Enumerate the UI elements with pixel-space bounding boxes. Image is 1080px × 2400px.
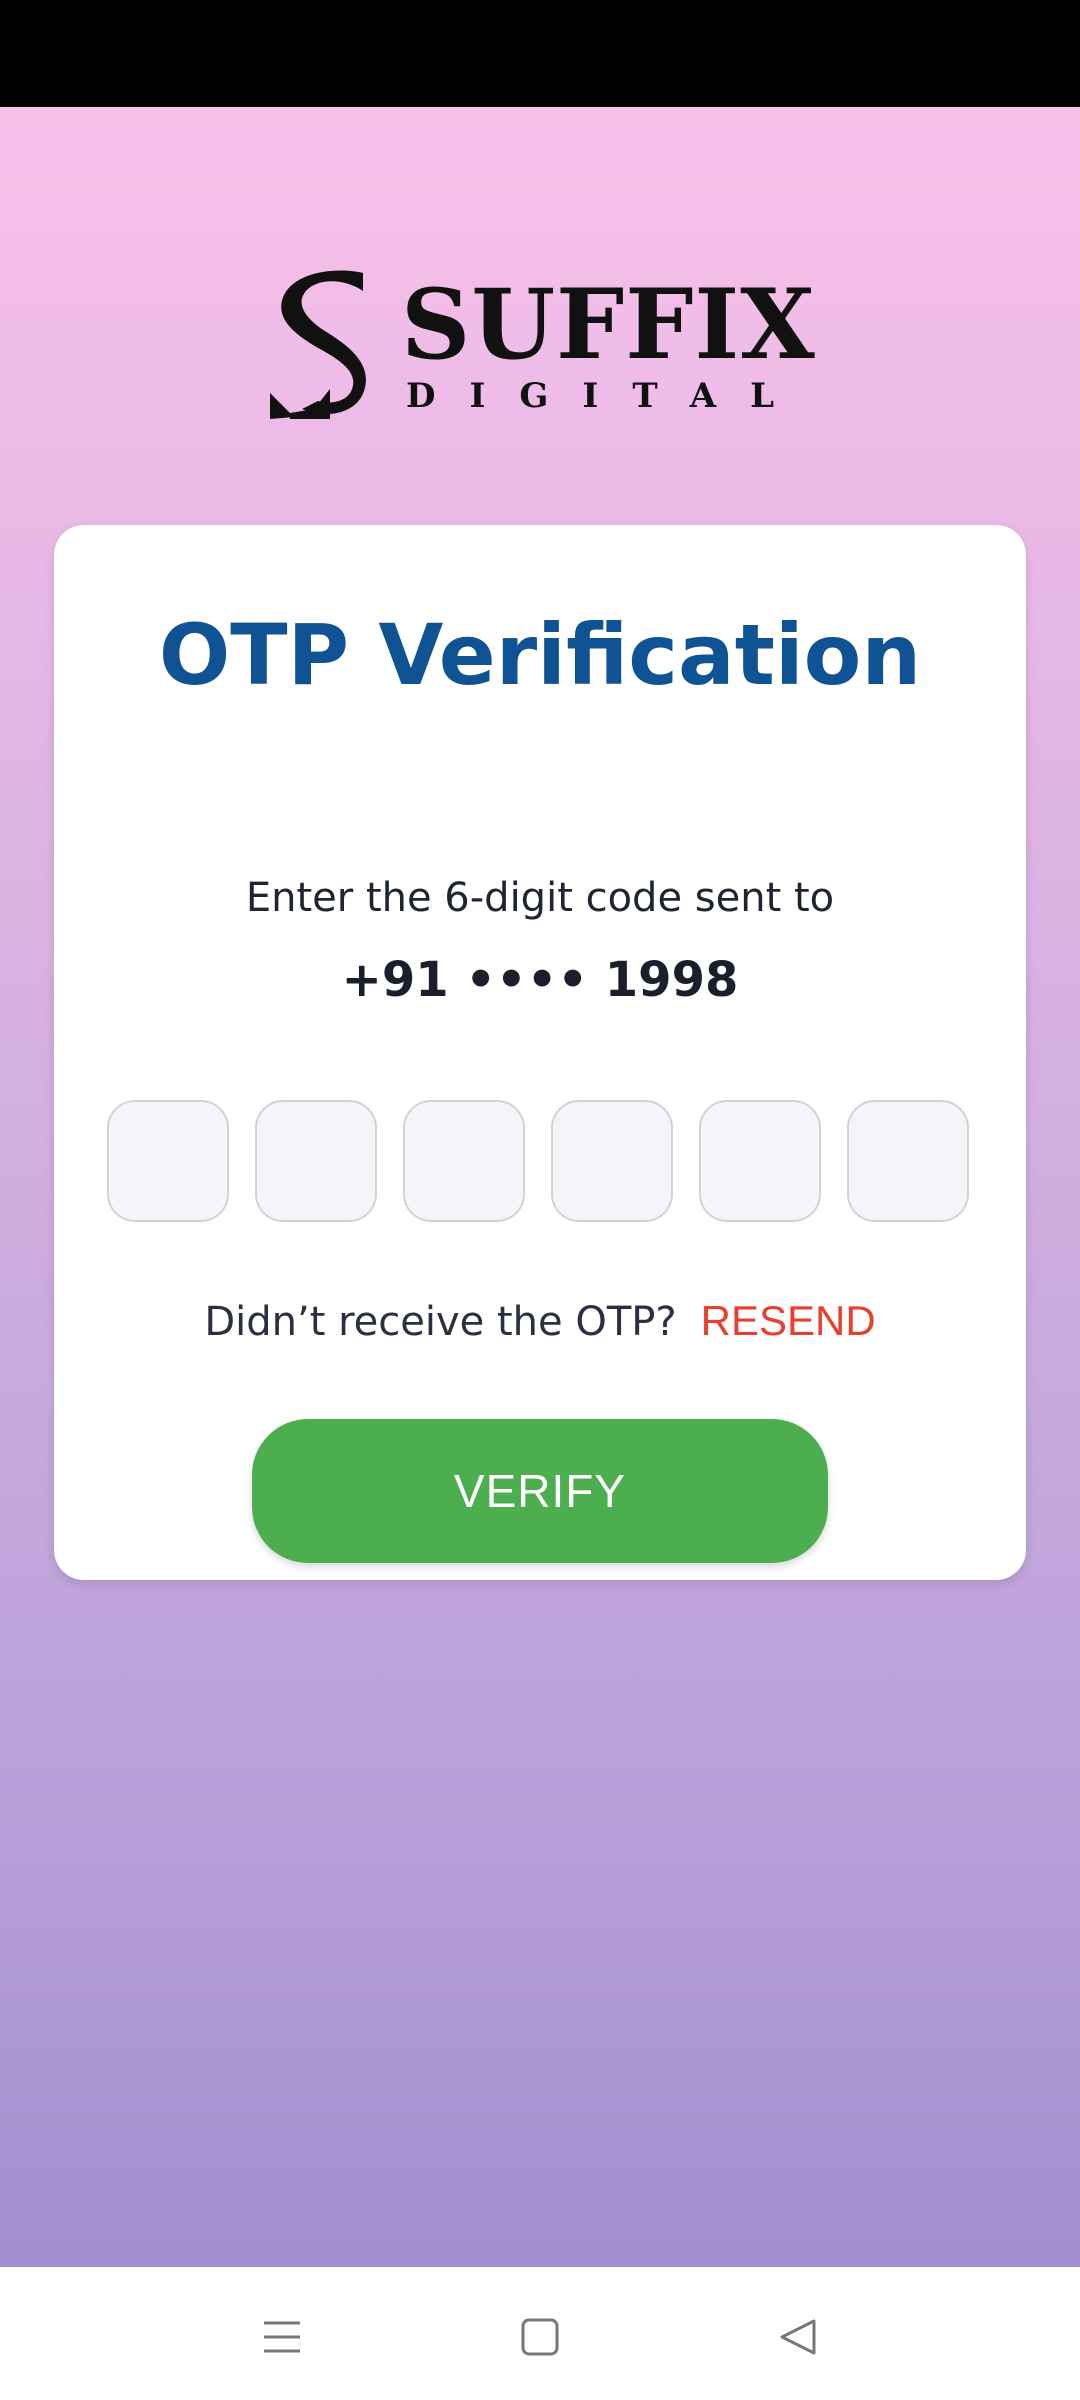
logo-wordmark: SUFFIX [401,268,816,381]
logo-s-mark-icon [270,270,366,419]
otp-digit-5[interactable] [699,1100,821,1222]
brand-logo: SUFFIX DIGITAL [268,268,816,419]
otp-digit-1[interactable] [107,1100,229,1222]
otp-digit-4[interactable] [551,1100,673,1222]
menu-icon[interactable] [242,2297,322,2377]
resend-link[interactable]: RESEND [701,1297,876,1344]
page-title: OTP Verification [158,606,922,704]
system-nav-bar [0,2267,1080,2400]
instruction-text: Enter the 6-digit code sent to [245,875,835,921]
home-icon[interactable] [500,2297,580,2377]
masked-phone-number: +91 •••• 1998 [341,952,739,1008]
logo-submark: DIGITAL [406,376,809,416]
otp-digit-2[interactable] [255,1100,377,1222]
otp-digit-3[interactable] [403,1100,525,1222]
otp-input-row [107,1100,973,1226]
resend-prompt: Didn’t receive the OTP? [204,1299,677,1345]
back-icon[interactable] [758,2297,838,2377]
otp-card: OTP Verification Enter the 6-digit code … [54,525,1026,1580]
otp-digit-6[interactable] [847,1100,969,1222]
resend-row: Didn’t receive the OTP? RESEND [54,1297,1026,1345]
verify-button[interactable]: VERIFY [252,1419,828,1563]
screen: SUFFIX DIGITAL OTP Verification Enter th… [0,107,1080,2267]
status-bar [0,0,1080,107]
